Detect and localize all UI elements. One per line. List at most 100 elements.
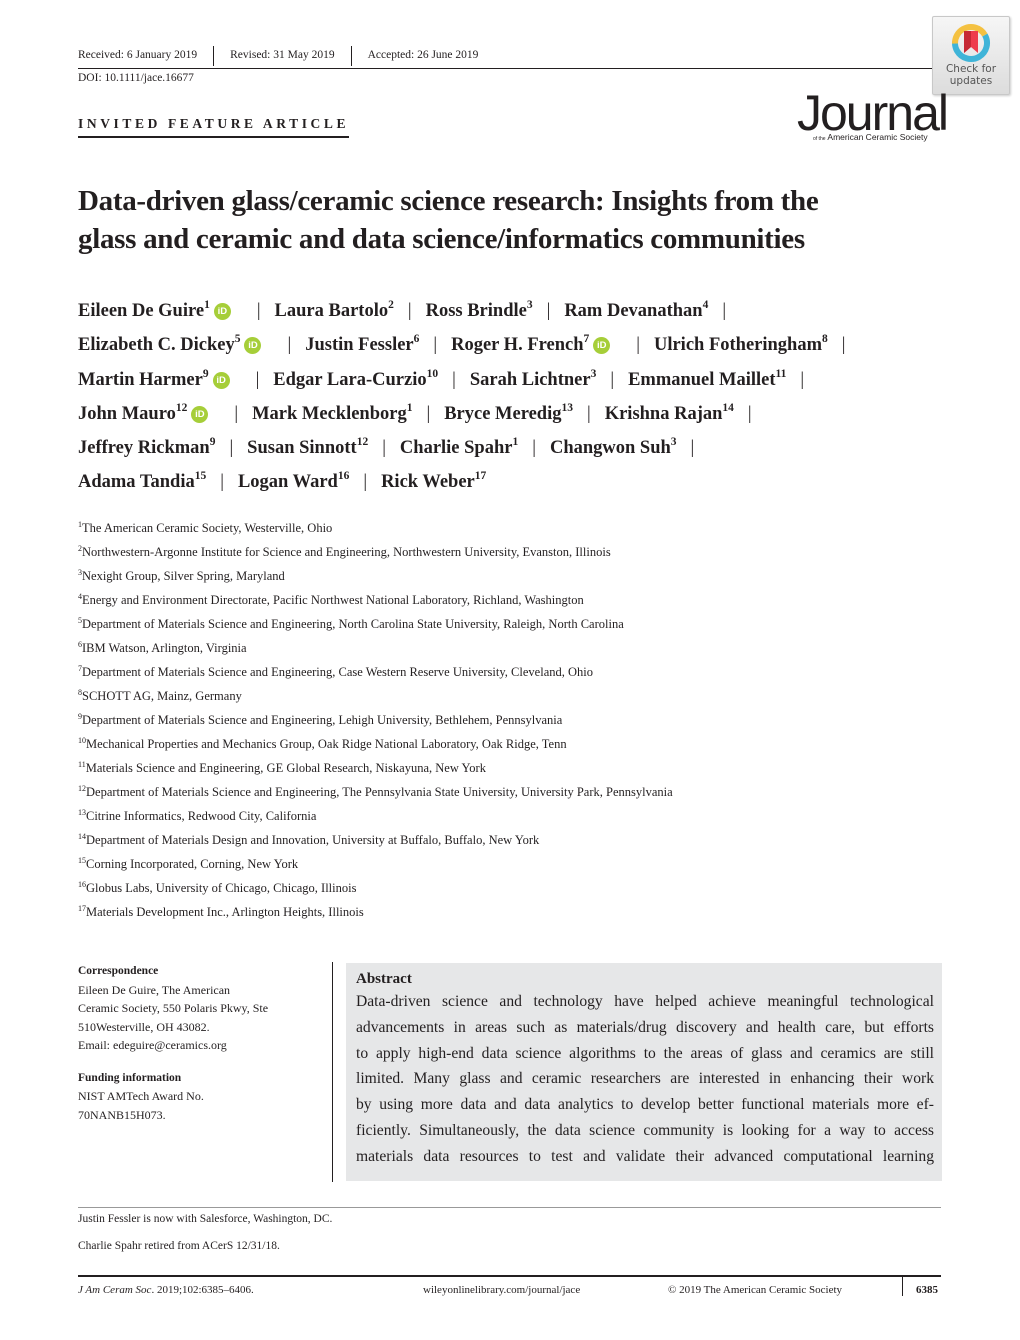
affiliation-item: 12Department of Materials Science and En… [78, 780, 673, 804]
article-title: Data-driven glass/ceramic science resear… [78, 182, 938, 258]
affiliation-superscript: 4 [702, 299, 709, 311]
orcid-icon[interactable]: iD [213, 303, 231, 320]
author-name[interactable]: Mark Mecklenborg1 [252, 402, 412, 424]
abstract-heading: Abstract [356, 971, 412, 987]
author-name-text: Charlie Spahr [399, 438, 513, 459]
affiliation-superscript: 10 [426, 367, 439, 380]
author-name[interactable]: Laura Bartolo2 [275, 299, 394, 321]
author-name[interactable]: Krishna Rajan14 [605, 402, 734, 424]
affiliation-number: 14 [78, 832, 86, 841]
author-name[interactable]: Rick Weber17 [381, 471, 486, 493]
author-line: Eileen De Guire1iD | Laura Bartolo2 | Ross B… [78, 294, 948, 328]
affiliation-superscript: 16 [337, 470, 350, 483]
article-type: INVITED FEATURE ARTICLE [78, 116, 350, 138]
citation-details: . 2019;102:6385–6406. [151, 1284, 254, 1296]
author-separator: | [382, 438, 386, 459]
author-name[interactable]: Logan Ward16 [238, 470, 350, 493]
author-separator: | [747, 403, 752, 424]
author-name[interactable]: Sarah Lichtner3 [470, 367, 597, 390]
affiliation-superscript: 1 [512, 436, 519, 449]
affiliation-item: 16Globus Labs, University of Chicago, Ch… [78, 876, 673, 900]
affiliation-text: SCHOTT AG, Mainz, Germany [82, 689, 242, 703]
affiliation-text: Department of Materials Science and Engi… [82, 617, 624, 631]
page-number: 6385 [916, 1284, 938, 1296]
orcid-icon[interactable]: iD [191, 405, 209, 423]
funding-line: NIST AMTech Award No. [78, 1089, 204, 1103]
affiliation-text: Materials Science and Engineering, GE Gl… [85, 761, 486, 775]
affiliation-number: 10 [78, 736, 86, 745]
author-name[interactable]: Ross Brindle3 [426, 299, 533, 321]
author-separator: | [636, 335, 640, 356]
author-name[interactable]: Ulrich Fotheringham8 [653, 334, 828, 356]
affiliation-superscript: 7 [583, 333, 590, 346]
author-name[interactable]: Ram Devanathan4 [564, 299, 709, 321]
author-name[interactable]: Justin Fessler6 [305, 334, 419, 356]
author-name[interactable]: Elizabeth C. Dickey5 [78, 333, 241, 356]
author-name[interactable]: Changwon Suh3 [549, 436, 677, 459]
author-name-text: Changwon Suh [549, 438, 671, 459]
author-name-text: Eileen De Guire [78, 301, 205, 321]
abstract-line: by using more data and data analytics to… [356, 1096, 934, 1114]
affiliation-superscript: 9 [202, 367, 209, 380]
author-name[interactable]: Roger H. French7 [451, 333, 590, 356]
author-separator: | [234, 403, 239, 424]
journal-url[interactable]: wileyonlinelibrary.com/journal/jace [423, 1284, 580, 1296]
author-line: Martin Harmer9iD | Edgar Lara-Curzio10 | Sar… [78, 363, 948, 397]
author-name[interactable]: Eileen De Guire1 [78, 299, 210, 321]
abstract-line: ficiently. Simultaneously, the data scie… [356, 1121, 934, 1139]
orcid-icon[interactable]: iD [212, 371, 230, 389]
affiliation-number: 11 [78, 760, 86, 769]
author-separator: | [841, 335, 846, 356]
affiliation-item: 4Energy and Environment Directorate, Pac… [78, 588, 673, 612]
orcid-icon[interactable]: iD [244, 337, 262, 355]
author-line: Jeffrey Rickman9 | Susan Sinnott12 | Charlie… [78, 431, 948, 465]
author-name-text: Mark Mecklenborg [252, 403, 407, 424]
author-name[interactable]: Jeffrey Rickman9 [78, 436, 215, 459]
abstract-line: to apply high-end data science algorithm… [356, 1044, 934, 1062]
author-name-text: Emmanuel Maillet [628, 369, 776, 390]
author-name-text: Elizabeth C. Dickey [78, 335, 235, 356]
affiliation-text: Corning Incorporated, Corning, New York [86, 857, 299, 871]
author-separator: | [610, 369, 615, 390]
affiliation-superscript: 3 [590, 367, 597, 380]
affiliation-superscript: 5 [234, 333, 241, 346]
author-name[interactable]: Susan Sinnott12 [247, 436, 368, 458]
affiliation-number: 13 [78, 808, 86, 817]
author-name[interactable]: Martin Harmer9 [78, 367, 209, 390]
affiliation-item: 7Department of Materials Science and Eng… [78, 660, 673, 684]
author-name[interactable]: Adama Tandia15 [78, 471, 206, 493]
affiliation-item: 1The American Ceramic Society, Westervil… [78, 516, 673, 540]
doi[interactable]: DOI: 10.1111/jace.16677 [78, 72, 194, 84]
author-separator: | [229, 438, 234, 459]
author-name-text: Jeffrey Rickman [78, 438, 210, 459]
footnote: Justin Fessler is now with Salesforce, W… [78, 1213, 333, 1225]
accepted-date: Accepted: 26 June 2019 [367, 49, 479, 61]
check-for-updates-line1: Check for [945, 63, 997, 75]
correspondence-email[interactable]: Email: edeguire@ceramics.org [78, 1036, 318, 1055]
affiliation-superscript: 12 [175, 401, 188, 414]
author-name[interactable]: Edgar Lara-Curzio10 [273, 367, 439, 390]
author-separator: | [220, 472, 224, 493]
author-name-text: Ulrich Fotheringham [653, 335, 822, 356]
affiliation-item: 9Department of Materials Science and Eng… [78, 708, 673, 732]
author-name-text: Bryce Meredig [444, 403, 562, 424]
author-name[interactable]: Bryce Meredig13 [444, 402, 573, 424]
affiliation-text: Department of Materials Science and Engi… [82, 665, 593, 679]
author-separator: | [255, 369, 260, 390]
author-name[interactable]: Charlie Spahr1 [399, 436, 519, 459]
affiliation-superscript: 3 [526, 299, 533, 311]
author-name[interactable]: Emmanuel Maillet11 [628, 368, 786, 390]
author-name[interactable]: John Mauro12 [78, 401, 188, 424]
author-separator: | [722, 301, 727, 321]
orcid-icon[interactable]: iD [593, 337, 611, 355]
affiliation-item: 8SCHOTT AG, Mainz, Germany [78, 684, 673, 708]
affiliation-item: 13Citrine Informatics, Redwood City, Cal… [78, 804, 673, 828]
affiliation-text: Globus Labs, University of Chicago, Chic… [86, 881, 357, 895]
author-separator: | [407, 301, 412, 321]
dates-row: Received: 6 January 2019 Revised: 31 May… [78, 46, 940, 69]
correspondence-line: 510Westerville, OH 43082. [78, 1019, 210, 1034]
author-separator: | [800, 369, 805, 390]
affiliation-item: 2Northwestern-Argonne Institute for Scie… [78, 540, 673, 564]
abstract-line: Data-driven science and technology have … [356, 993, 934, 1010]
citation-journal: J Am Ceram Soc [78, 1284, 152, 1296]
